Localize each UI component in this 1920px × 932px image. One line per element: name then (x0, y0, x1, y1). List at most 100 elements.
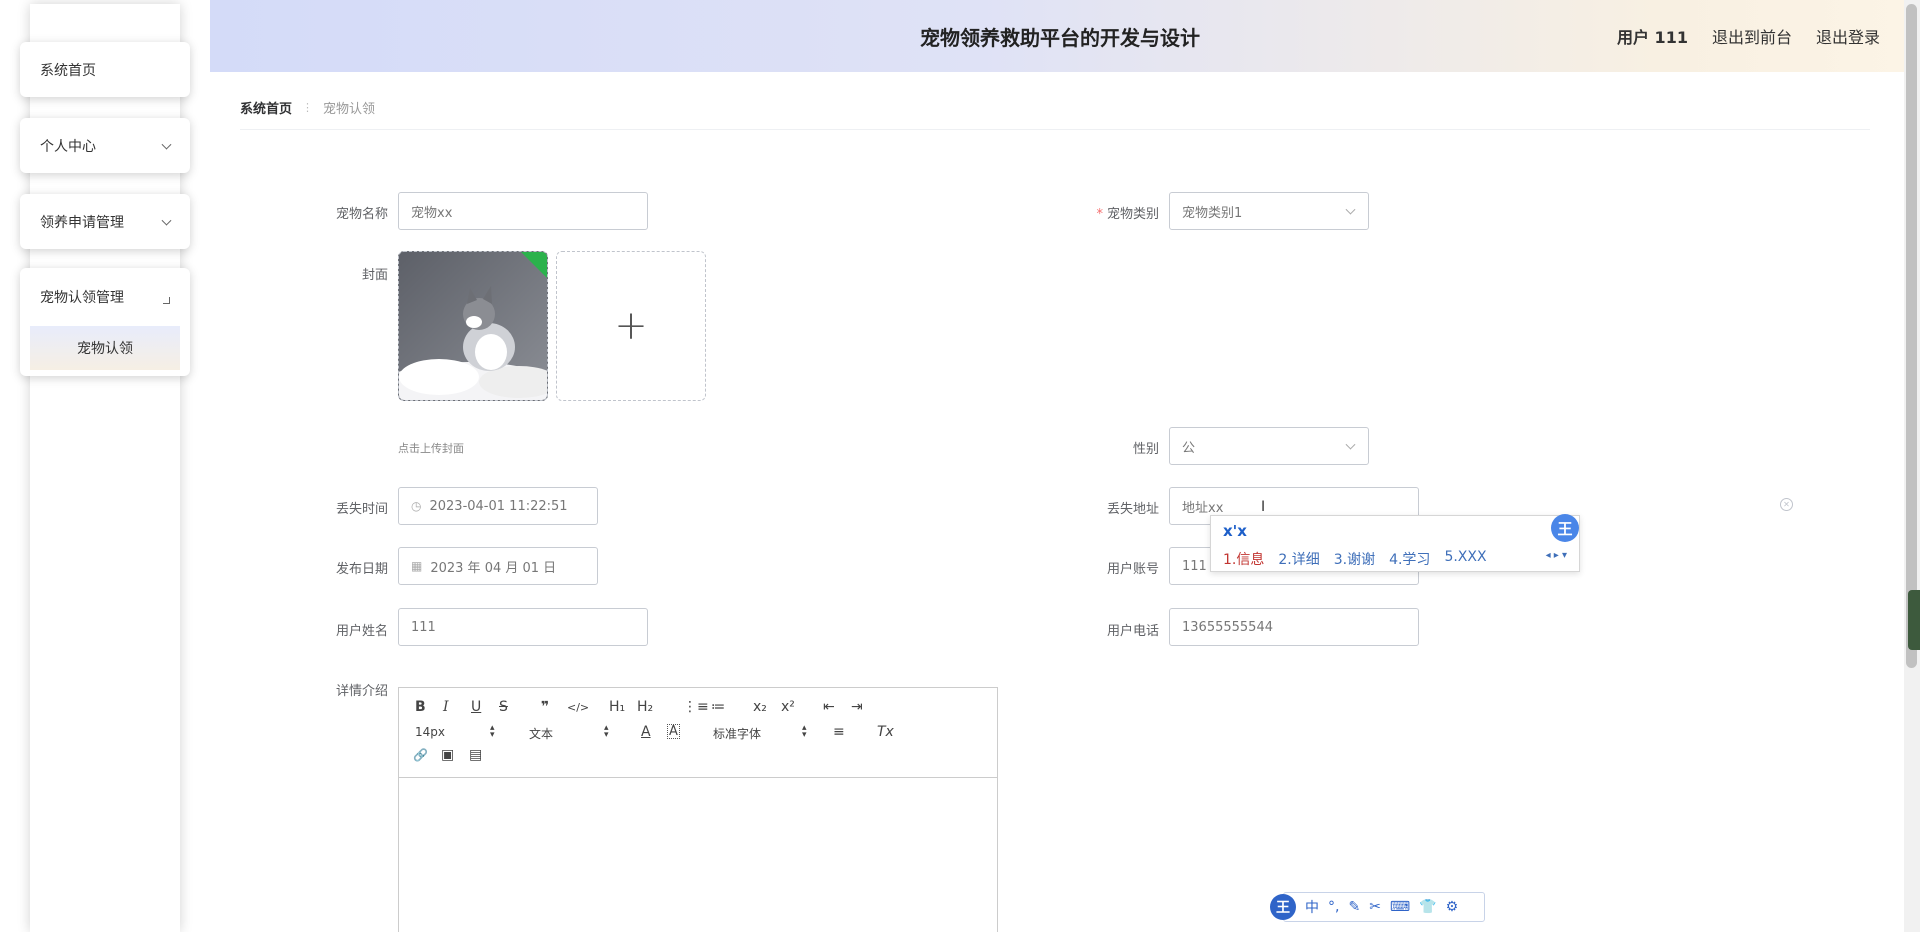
ime-chinese-mode[interactable]: 中 (1305, 897, 1319, 917)
ime-status-bar: 王 中 °, ✎ ✂ ⌨ 👕 ⚙ (1270, 892, 1485, 922)
ime-candidate[interactable]: 3.谢谢 (1334, 549, 1375, 569)
clock-icon: ◷ (411, 499, 422, 513)
ime-page-nav[interactable]: ◂ ▸ ▾ (1546, 550, 1567, 561)
ime-composition: x'x (1223, 522, 1247, 540)
user-name-value: 111 (411, 619, 436, 635)
upload-cover-button[interactable]: + (556, 251, 706, 401)
video-button[interactable]: ▤ (469, 747, 482, 763)
background-color-button[interactable]: A (667, 724, 680, 739)
publish-date-picker[interactable]: ▦ 2023 年 04 月 01 日 (398, 547, 598, 585)
user-name-input[interactable]: 111 (398, 608, 648, 646)
sidebar-item-personal[interactable]: 个人中心 (20, 118, 190, 173)
ime-logo-icon[interactable]: 王 (1270, 894, 1296, 920)
paragraph-select[interactable]: 文本 ▴ ▾ (529, 723, 613, 742)
align-button[interactable]: ≡ (833, 724, 845, 740)
superscript-button[interactable]: x² (781, 699, 795, 715)
h2-button[interactable]: H₂ (637, 699, 653, 715)
indent-button[interactable]: ⇥ (851, 699, 863, 715)
sidebar-item-label: 领养申请管理 (40, 214, 124, 231)
code-button[interactable]: </> (567, 701, 589, 714)
ime-candidate[interactable]: 5.XXX (1444, 549, 1486, 569)
pet-name-input[interactable]: 宠物xx (398, 192, 648, 230)
underline-button[interactable]: U (471, 699, 481, 715)
back-to-front-link[interactable]: 退出到前台 (1712, 24, 1792, 48)
user-phone-input[interactable]: 13655555544 (1169, 608, 1419, 646)
pet-category-value: 宠物类别1 (1182, 205, 1243, 221)
outdent-button[interactable]: ⇤ (823, 699, 835, 715)
breadcrumb-home[interactable]: 系统首页 (240, 98, 292, 117)
chevron-down-icon (1345, 439, 1356, 450)
font-family-value: 标准字体 (713, 727, 762, 741)
scrollbar-thumb[interactable] (1906, 4, 1917, 668)
side-widget-handle[interactable] (1908, 590, 1920, 650)
clear-format-button[interactable]: Tx (877, 724, 894, 740)
gender-select[interactable]: 公 (1169, 427, 1369, 465)
ordered-list-button[interactable]: ⋮≡ (683, 699, 709, 715)
user-account-value: 111 (1182, 558, 1207, 574)
ime-candidate[interactable]: 2.详细 (1278, 549, 1319, 569)
bullet-list-button[interactable]: ≔ (711, 699, 725, 715)
cover-upload-hint: 点击上传封面 (398, 442, 464, 455)
font-color-button[interactable]: A (641, 724, 651, 740)
pet-category-select[interactable]: 宠物类别1 (1169, 192, 1369, 230)
ime-keyboard-icon[interactable]: ⌨ (1390, 899, 1410, 915)
pet-name-label: 宠物名称 (335, 207, 388, 222)
user-phone-value: 13655555544 (1182, 619, 1273, 635)
user-phone-label: 用户电话 (1106, 624, 1159, 639)
calendar-icon: ▦ (411, 559, 423, 573)
logout-link[interactable]: 退出登录 (1816, 24, 1880, 48)
image-button[interactable]: ▣ (441, 747, 454, 763)
editor-content-area[interactable] (399, 779, 997, 932)
font-family-select[interactable]: 标准字体 ▴ ▾ (713, 724, 811, 742)
sidebar-item-label: 系统首页 (40, 62, 96, 79)
quote-button[interactable]: ❞ (541, 699, 549, 715)
chevron-down-icon (161, 215, 172, 226)
ime-skin-icon[interactable]: 👕 (1419, 899, 1436, 915)
publish-date-value: 2023 年 04 月 01 日 (430, 560, 557, 576)
sidebar-subitem-pet-claim[interactable]: 宠物认领 (30, 326, 180, 370)
sidebar-item-label: 个人中心 (40, 138, 96, 155)
ime-candidate[interactable]: 4.学习 (1389, 549, 1430, 569)
detail-label: 详情介绍 (335, 684, 388, 699)
ime-punctuation-icon[interactable]: °, (1328, 899, 1339, 915)
select-arrows-icon: ▴ ▾ (604, 723, 609, 740)
font-size-select[interactable]: 14px ▴ ▾ (415, 723, 499, 740)
ime-settings-icon[interactable]: ⚙ (1446, 899, 1459, 915)
chevron-down-icon (1345, 204, 1356, 215)
publish-date-label: 发布日期 (335, 562, 388, 577)
clear-icon[interactable]: ✕ (1780, 498, 1793, 511)
select-arrows-icon: ▴ ▾ (490, 723, 495, 740)
cover-image[interactable] (398, 251, 548, 401)
pet-name-value: 宠物xx (411, 205, 453, 221)
ime-scissors-icon[interactable]: ✂ (1369, 899, 1381, 915)
subscript-button[interactable]: x₂ (753, 699, 767, 715)
rich-text-editor: B I U S ❞ </> H₁ H₂ ⋮≡ ≔ x₂ x² ⇤ ⇥ 14px … (398, 687, 998, 932)
sidebar-item-label: 宠物认领管理 (40, 290, 124, 306)
lost-address-value: 地址xx (1182, 500, 1224, 516)
ime-handwrite-icon[interactable]: ✎ (1348, 899, 1360, 915)
ime-candidates: 1.信息 2.详细 3.谢谢 4.学习 5.XXX (1223, 549, 1487, 569)
italic-button[interactable]: I (443, 699, 449, 715)
strike-button[interactable]: S (499, 699, 508, 715)
breadcrumb: 系统首页 ⋮ 宠物认领 (240, 98, 375, 117)
sidebar-item-claim-management[interactable]: 宠物认领管理 (20, 268, 190, 326)
paragraph-value: 文本 (529, 727, 554, 741)
ime-candidate-window: x'x 1.信息 2.详细 3.谢谢 4.学习 5.XXX ◂ ▸ ▾ (1210, 515, 1580, 572)
sidebar-item-adoption-management[interactable]: 领养申请管理 (20, 194, 190, 249)
required-mark: * (1096, 207, 1103, 222)
user-account-label: 用户账号 (1106, 562, 1159, 577)
ime-candidate[interactable]: 1.信息 (1223, 549, 1264, 569)
editor-toolbar: B I U S ❞ </> H₁ H₂ ⋮≡ ≔ x₂ x² ⇤ ⇥ 14px … (399, 688, 997, 778)
sidebar-item-home[interactable]: 系统首页 (20, 42, 190, 97)
text-cursor-icon: I (1261, 499, 1266, 515)
bold-button[interactable]: B (415, 699, 426, 715)
lost-time-picker[interactable]: ◷ 2023-04-01 11:22:51 (398, 487, 598, 525)
cover-label: 封面 (361, 268, 388, 283)
gender-value: 公 (1182, 440, 1196, 456)
current-user: 用户 111 (1616, 28, 1688, 47)
plus-icon: + (614, 303, 648, 349)
h1-button[interactable]: H₁ (609, 699, 625, 715)
breadcrumb-divider (240, 129, 1870, 130)
sidebar-group-claim-management: 宠物认领管理 宠物认领 (20, 268, 190, 376)
link-button[interactable]: 🔗 (413, 748, 428, 762)
